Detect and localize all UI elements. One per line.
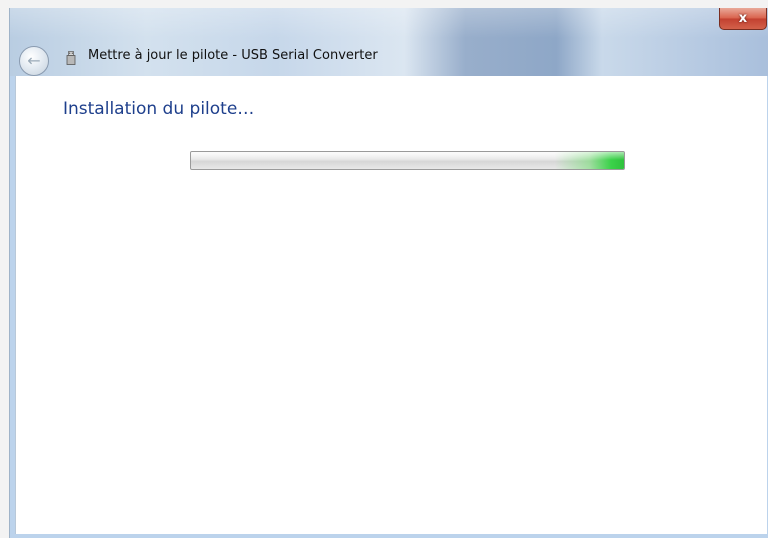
- title-bar[interactable]: x ← Mettre à jour le pilote - USB Serial…: [10, 8, 768, 76]
- progress-bar: [190, 151, 625, 170]
- close-button[interactable]: x: [719, 8, 767, 30]
- progress-marquee: [191, 152, 624, 169]
- installation-heading: Installation du pilote…: [63, 99, 255, 119]
- usb-device-icon: [66, 51, 76, 65]
- back-button[interactable]: ←: [19, 46, 49, 76]
- window-title: Mettre à jour le pilote - USB Serial Con…: [88, 48, 378, 63]
- back-arrow-icon: ←: [27, 51, 41, 70]
- driver-update-window: x ← Mettre à jour le pilote - USB Serial…: [9, 8, 768, 538]
- close-icon: x: [738, 11, 748, 26]
- content-area: Installation du pilote…: [15, 76, 767, 534]
